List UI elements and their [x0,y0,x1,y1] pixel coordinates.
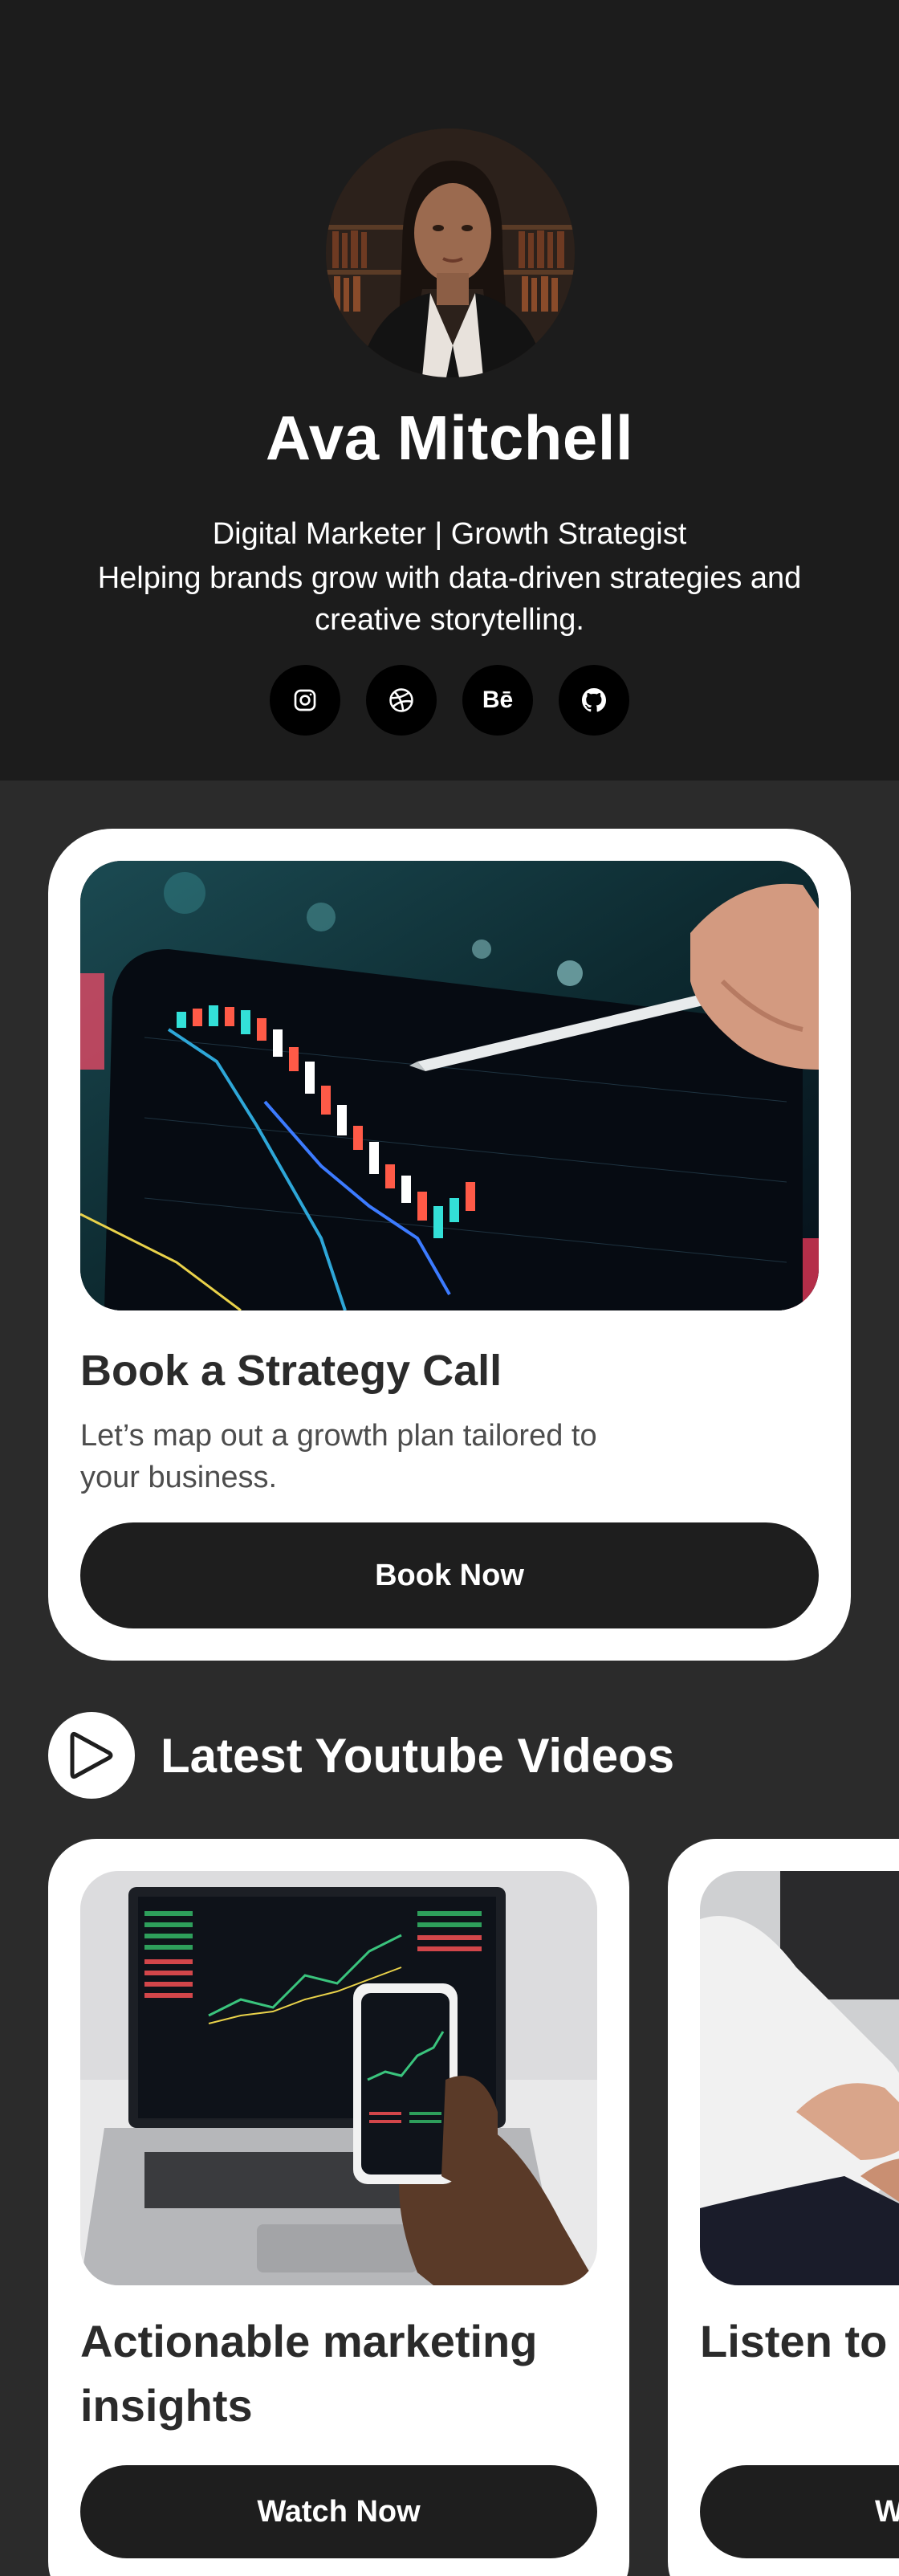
videos-section-header: Latest Youtube Videos [48,1712,674,1799]
dribbble-icon [389,688,413,712]
page: Ava Mitchell Digital Marketer | Growth S… [0,0,899,2576]
profile-role: Digital Marketer | Growth Strategist [212,517,687,551]
video-card[interactable]: Listen to Podcast W [668,1839,899,2576]
strategy-call-card: Book a Strategy Call Let’s map out a gro… [48,829,851,1661]
social-links: Bē [0,665,899,736]
behance-button[interactable]: Bē [462,665,533,736]
play-icon [70,1731,113,1779]
avatar [326,128,575,377]
profile-header: Ava Mitchell Digital Marketer | Growth S… [0,0,899,781]
watch-now-button[interactable]: W [700,2465,899,2558]
instagram-button[interactable] [270,665,340,736]
dribbble-button[interactable] [366,665,437,736]
strategy-title: Book a Strategy Call [80,1347,502,1395]
video-thumbnail [80,1871,597,2285]
github-button[interactable] [559,665,629,736]
play-icon-badge [48,1712,135,1799]
trading-chart-image [80,861,819,1310]
book-now-button[interactable]: Book Now [80,1522,819,1628]
github-icon [582,688,607,712]
profile-bio: Helping brands grow with data-driven str… [97,561,802,637]
video-title: Actionable marketing insights [80,2316,538,2431]
video-title: Listen to Podcast [700,2316,899,2366]
video-thumbnail [700,1871,899,2285]
instagram-icon [294,689,316,711]
strategy-description: Let’s map out a growth plan tailored to … [80,1419,597,1494]
watch-now-button[interactable]: Watch Now [80,2465,597,2558]
section-title: Latest Youtube Videos [161,1728,675,1783]
behance-icon: Bē [482,687,514,713]
video-card[interactable]: Actionable marketing insights Watch Now [48,1839,629,2576]
profile-name: Ava Mitchell [265,402,634,473]
